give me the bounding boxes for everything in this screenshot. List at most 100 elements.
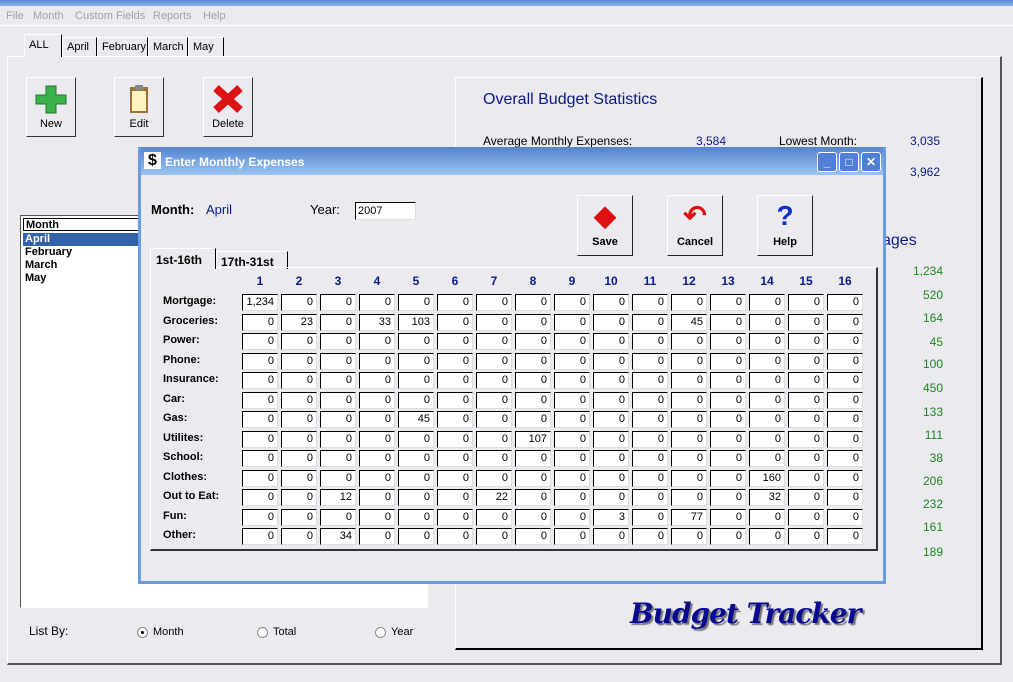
expense-cell-input[interactable]: 0 [593,411,629,428]
expense-cell-input[interactable]: 0 [632,508,668,526]
expense-cell-input[interactable]: 0 [515,372,551,389]
radio-total[interactable] [257,627,268,638]
expense-cell-input[interactable]: 0 [320,469,356,487]
expense-cell-input[interactable]: 0 [515,294,551,311]
expense-cell-input[interactable]: 0 [788,430,824,448]
expense-cell-input[interactable]: 0 [827,508,863,526]
expense-cell-input[interactable]: 0 [281,391,317,409]
expense-cell-input[interactable]: 0 [749,450,785,467]
expense-cell-input[interactable]: 0 [281,450,317,467]
expense-cell-input[interactable]: 0 [671,372,707,389]
expense-cell-input[interactable]: 1,234 [242,294,278,311]
expense-cell-input[interactable]: 0 [320,450,356,467]
expense-cell-input[interactable]: 0 [320,508,356,526]
help-button[interactable]: ? Help [757,195,813,256]
expense-cell-input[interactable]: 0 [359,352,395,370]
expense-cell-input[interactable]: 0 [320,411,356,428]
expense-cell-input[interactable]: 0 [827,313,863,331]
expense-cell-input[interactable]: 0 [749,352,785,370]
expense-cell-input[interactable]: 0 [710,372,746,389]
edit-button[interactable]: Edit [114,77,164,137]
tab-march[interactable]: March [148,37,188,56]
expense-cell-input[interactable]: 45 [671,313,707,331]
expense-cell-input[interactable]: 0 [749,508,785,526]
expense-cell-input[interactable]: 12 [320,489,356,506]
expense-cell-input[interactable]: 0 [671,294,707,311]
expense-cell-input[interactable]: 0 [671,528,707,545]
expense-cell-input[interactable]: 0 [515,391,551,409]
expense-cell-input[interactable]: 0 [281,508,317,526]
expense-cell-input[interactable]: 0 [554,411,590,428]
minimize-button[interactable]: _ [817,152,837,172]
expense-cell-input[interactable]: 0 [593,391,629,409]
maximize-button[interactable]: □ [839,152,859,172]
expense-cell-input[interactable]: 0 [359,450,395,467]
expense-cell-input[interactable]: 0 [359,372,395,389]
expense-cell-input[interactable]: 0 [359,508,395,526]
expense-cell-input[interactable]: 0 [437,528,473,545]
expense-cell-input[interactable]: 0 [398,391,434,409]
expense-cell-input[interactable]: 0 [476,469,512,487]
expense-cell-input[interactable]: 0 [671,333,707,350]
expense-cell-input[interactable]: 0 [515,352,551,370]
year-input[interactable]: 2007 [355,202,416,220]
tab-may[interactable]: May [188,37,224,56]
expense-cell-input[interactable]: 0 [359,528,395,545]
expense-cell-input[interactable]: 0 [593,313,629,331]
expense-cell-input[interactable]: 0 [593,528,629,545]
expense-cell-input[interactable]: 0 [242,508,278,526]
expense-cell-input[interactable]: 0 [554,372,590,389]
expense-cell-input[interactable]: 0 [437,430,473,448]
expense-cell-input[interactable]: 0 [788,528,824,545]
expense-cell-input[interactable]: 0 [710,333,746,350]
expense-cell-input[interactable]: 0 [320,391,356,409]
expense-cell-input[interactable]: 0 [476,430,512,448]
expense-cell-input[interactable]: 0 [281,489,317,506]
expense-cell-input[interactable]: 0 [320,313,356,331]
expense-cell-input[interactable]: 0 [827,352,863,370]
expense-cell-input[interactable]: 0 [476,313,512,331]
expense-cell-input[interactable]: 0 [398,489,434,506]
expense-cell-input[interactable]: 0 [515,489,551,506]
expense-cell-input[interactable]: 0 [398,508,434,526]
expense-cell-input[interactable]: 0 [242,489,278,506]
expense-cell-input[interactable]: 0 [398,430,434,448]
expense-cell-input[interactable]: 0 [359,430,395,448]
expense-cell-input[interactable]: 0 [554,333,590,350]
expense-cell-input[interactable]: 0 [554,294,590,311]
menu-file[interactable]: File [6,10,24,22]
expense-cell-input[interactable]: 0 [827,469,863,487]
menu-custom-fields[interactable]: Custom Fields [75,10,145,22]
expense-cell-input[interactable]: 0 [242,333,278,350]
expense-cell-input[interactable]: 0 [827,294,863,311]
expense-cell-input[interactable]: 0 [749,313,785,331]
dialog-title-bar[interactable]: $ Enter Monthly Expenses _ □ ✕ [141,147,883,175]
save-button[interactable]: ◆ Save [577,195,633,256]
expense-cell-input[interactable]: 0 [515,333,551,350]
close-button[interactable]: ✕ [861,152,881,172]
expense-cell-input[interactable]: 0 [827,450,863,467]
expense-cell-input[interactable]: 0 [827,333,863,350]
expense-cell-input[interactable]: 0 [281,294,317,311]
expense-cell-input[interactable]: 0 [359,333,395,350]
radio-year[interactable] [375,627,386,638]
expense-cell-input[interactable]: 0 [710,352,746,370]
expense-cell-input[interactable]: 160 [749,469,785,487]
expense-cell-input[interactable]: 23 [281,313,317,331]
expense-cell-input[interactable]: 0 [710,294,746,311]
expense-cell-input[interactable]: 0 [671,411,707,428]
expense-cell-input[interactable]: 0 [359,391,395,409]
expense-cell-input[interactable]: 0 [788,508,824,526]
expense-cell-input[interactable]: 0 [437,294,473,311]
expense-cell-input[interactable]: 0 [242,430,278,448]
expense-cell-input[interactable]: 0 [281,469,317,487]
expense-cell-input[interactable]: 0 [437,391,473,409]
expense-cell-input[interactable]: 0 [359,294,395,311]
expense-cell-input[interactable]: 0 [515,450,551,467]
expense-cell-input[interactable]: 0 [632,489,668,506]
expense-cell-input[interactable]: 0 [437,450,473,467]
expense-cell-input[interactable]: 0 [515,313,551,331]
expense-cell-input[interactable]: 0 [749,294,785,311]
expense-cell-input[interactable]: 0 [710,450,746,467]
expense-cell-input[interactable]: 0 [554,469,590,487]
